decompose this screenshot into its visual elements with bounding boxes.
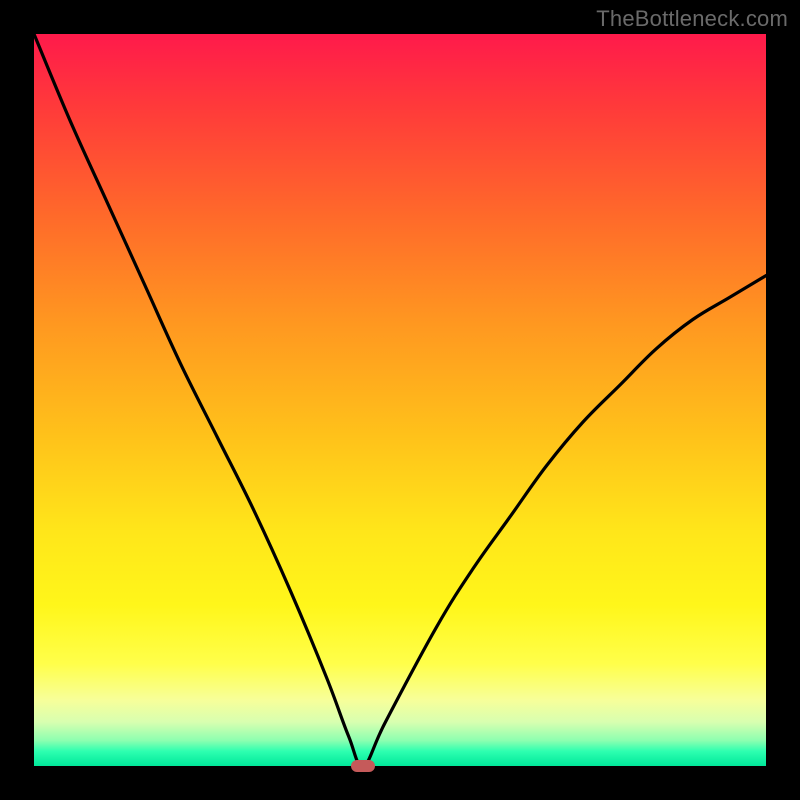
bottleneck-curve-path xyxy=(34,34,766,766)
chart-plot-area xyxy=(34,34,766,766)
watermark-text: TheBottleneck.com xyxy=(596,6,788,32)
minimum-marker xyxy=(351,760,375,772)
bottleneck-curve xyxy=(34,34,766,766)
chart-frame: TheBottleneck.com xyxy=(0,0,800,800)
